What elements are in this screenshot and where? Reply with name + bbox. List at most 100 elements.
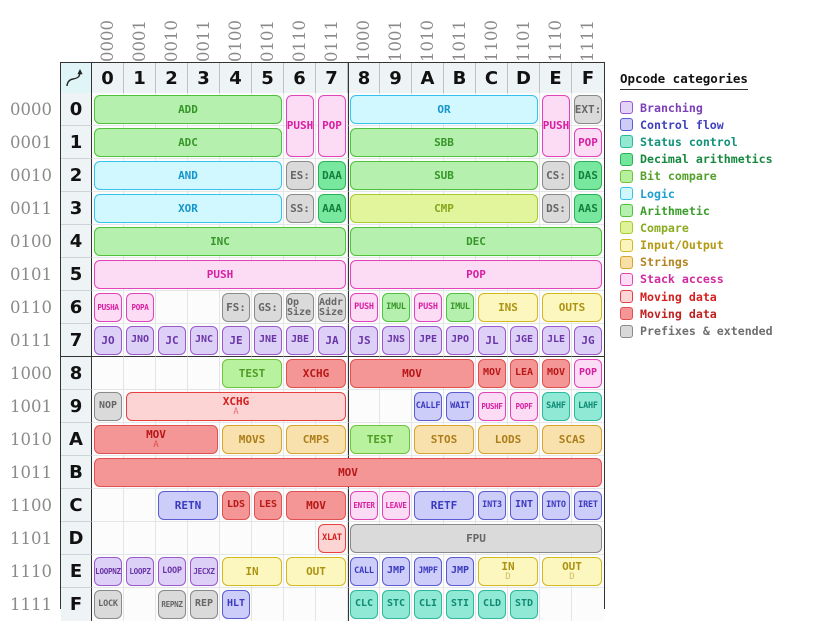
opcode-cell[interactable]: JS	[350, 326, 378, 355]
legend-item[interactable]: Control flow	[620, 116, 810, 133]
opcode-cell[interactable]: RETN	[158, 491, 218, 520]
opcode-cell[interactable]: DAS	[574, 161, 602, 190]
opcode-cell[interactable]: XCHG A	[126, 392, 346, 421]
opcode-cell[interactable]: TEST	[222, 359, 282, 388]
opcode-cell[interactable]: GS:	[254, 293, 282, 322]
column-header-7[interactable]: 7	[316, 63, 348, 93]
opcode-cell[interactable]: IMUL	[446, 293, 474, 322]
opcode-cell[interactable]: PUSH	[94, 260, 346, 289]
opcode-cell[interactable]: MOV A	[94, 425, 218, 454]
row-header-0[interactable]: 0	[61, 93, 92, 126]
column-header-D[interactable]: D	[508, 63, 540, 93]
row-header-3[interactable]: 3	[61, 192, 92, 225]
row-header-C[interactable]: C	[61, 489, 92, 522]
opcode-cell[interactable]: SS:	[286, 194, 314, 223]
column-header-A[interactable]: A	[412, 63, 444, 93]
opcode-cell[interactable]: REP	[190, 590, 218, 619]
opcode-cell[interactable]: LOOPZ	[126, 557, 154, 586]
opcode-cell[interactable]: JNO	[126, 326, 154, 355]
opcode-cell[interactable]: LDS	[222, 491, 250, 520]
row-header-4[interactable]: 4	[61, 225, 92, 258]
opcode-cell[interactable]: CMPS	[286, 425, 346, 454]
opcode-cell[interactable]: JECXZ	[190, 557, 218, 586]
opcode-cell[interactable]: EXT:	[574, 95, 602, 124]
opcode-cell[interactable]: PUSH	[542, 95, 570, 157]
opcode-cell[interactable]: JPE	[414, 326, 442, 355]
opcode-cell[interactable]: POP	[350, 260, 602, 289]
column-header-3[interactable]: 3	[188, 63, 220, 93]
opcode-cell[interactable]: IN	[222, 557, 282, 586]
opcode-cell[interactable]: JGE	[510, 326, 538, 355]
opcode-cell[interactable]: Addr Size	[318, 293, 346, 322]
row-header-F[interactable]: F	[61, 588, 92, 621]
column-header-9[interactable]: 9	[380, 63, 412, 93]
opcode-cell[interactable]: PUSHF	[478, 392, 506, 421]
opcode-cell[interactable]: ENTER	[350, 491, 378, 520]
opcode-cell[interactable]: LAHF	[574, 392, 602, 421]
opcode-cell[interactable]: PUSHA	[94, 293, 122, 322]
opcode-cell[interactable]: JBE	[286, 326, 314, 355]
opcode-cell[interactable]: LEAVE	[382, 491, 410, 520]
legend-item[interactable]: Moving data	[620, 305, 810, 322]
opcode-cell[interactable]: CMP	[350, 194, 538, 223]
row-header-1[interactable]: 1	[61, 126, 92, 159]
legend-item[interactable]: Moving data	[620, 288, 810, 305]
row-header-7[interactable]: 7	[61, 324, 92, 357]
legend-item[interactable]: Branching	[620, 99, 810, 116]
opcode-cell[interactable]: LEA	[510, 359, 538, 388]
legend-item[interactable]: Arithmetic	[620, 202, 810, 219]
column-header-1[interactable]: 1	[124, 63, 156, 93]
opcode-cell[interactable]: ADC	[94, 128, 282, 157]
opcode-cell[interactable]: AAS	[574, 194, 602, 223]
legend-item[interactable]: Input/Output	[620, 237, 810, 254]
opcode-cell[interactable]: IMUL	[382, 293, 410, 322]
opcode-cell[interactable]: TEST	[350, 425, 410, 454]
column-header-0[interactable]: 0	[92, 63, 124, 93]
opcode-cell[interactable]: SCAS	[542, 425, 602, 454]
opcode-cell[interactable]: HLT	[222, 590, 250, 619]
opcode-cell[interactable]: JMPF	[414, 557, 442, 586]
opcode-cell[interactable]: LODS	[478, 425, 538, 454]
opcode-cell[interactable]: DS:	[542, 194, 570, 223]
opcode-cell[interactable]: MOV	[478, 359, 506, 388]
opcode-cell[interactable]: OUT	[286, 557, 346, 586]
opcode-cell[interactable]: PUSH	[286, 95, 314, 157]
opcode-cell[interactable]: CS:	[542, 161, 570, 190]
opcode-cell[interactable]: INTO	[542, 491, 570, 520]
opcode-cell[interactable]: JL	[478, 326, 506, 355]
opcode-cell[interactable]: CALLF	[414, 392, 442, 421]
opcode-cell[interactable]: SAHF	[542, 392, 570, 421]
opcode-cell[interactable]: PUSH	[350, 293, 378, 322]
column-header-B[interactable]: B	[444, 63, 476, 93]
opcode-cell[interactable]: XOR	[94, 194, 282, 223]
column-header-6[interactable]: 6	[284, 63, 316, 93]
opcode-cell[interactable]: PUSH	[414, 293, 442, 322]
opcode-cell[interactable]: FPU	[350, 524, 602, 553]
opcode-cell[interactable]: POP	[574, 359, 602, 388]
row-header-B[interactable]: B	[61, 456, 92, 489]
opcode-cell[interactable]: JNE	[254, 326, 282, 355]
opcode-cell[interactable]: INS	[478, 293, 538, 322]
opcode-cell[interactable]: NOP	[94, 392, 122, 421]
opcode-cell[interactable]: LOOPNZ	[94, 557, 122, 586]
legend-item[interactable]: Logic	[620, 185, 810, 202]
row-header-2[interactable]: 2	[61, 159, 92, 192]
opcode-cell[interactable]: JNC	[190, 326, 218, 355]
opcode-cell[interactable]: JG	[574, 326, 602, 355]
opcode-cell[interactable]: LES	[254, 491, 282, 520]
opcode-cell[interactable]: STD	[510, 590, 538, 619]
column-header-5[interactable]: 5	[252, 63, 284, 93]
opcode-cell[interactable]: DEC	[350, 227, 602, 256]
legend-item[interactable]: Bit compare	[620, 168, 810, 185]
opcode-cell[interactable]: JPO	[446, 326, 474, 355]
opcode-cell[interactable]: POPF	[510, 392, 538, 421]
opcode-cell[interactable]: JE	[222, 326, 250, 355]
opcode-cell[interactable]: CLC	[350, 590, 378, 619]
opcode-cell[interactable]: MOV	[542, 359, 570, 388]
opcode-cell[interactable]: IRET	[574, 491, 602, 520]
opcode-cell[interactable]: MOV	[94, 458, 602, 487]
legend-item[interactable]: Strings	[620, 254, 810, 271]
opcode-cell[interactable]: REPNZ	[158, 590, 186, 619]
opcode-cell[interactable]: Op Size	[286, 293, 314, 322]
opcode-cell[interactable]: STI	[446, 590, 474, 619]
